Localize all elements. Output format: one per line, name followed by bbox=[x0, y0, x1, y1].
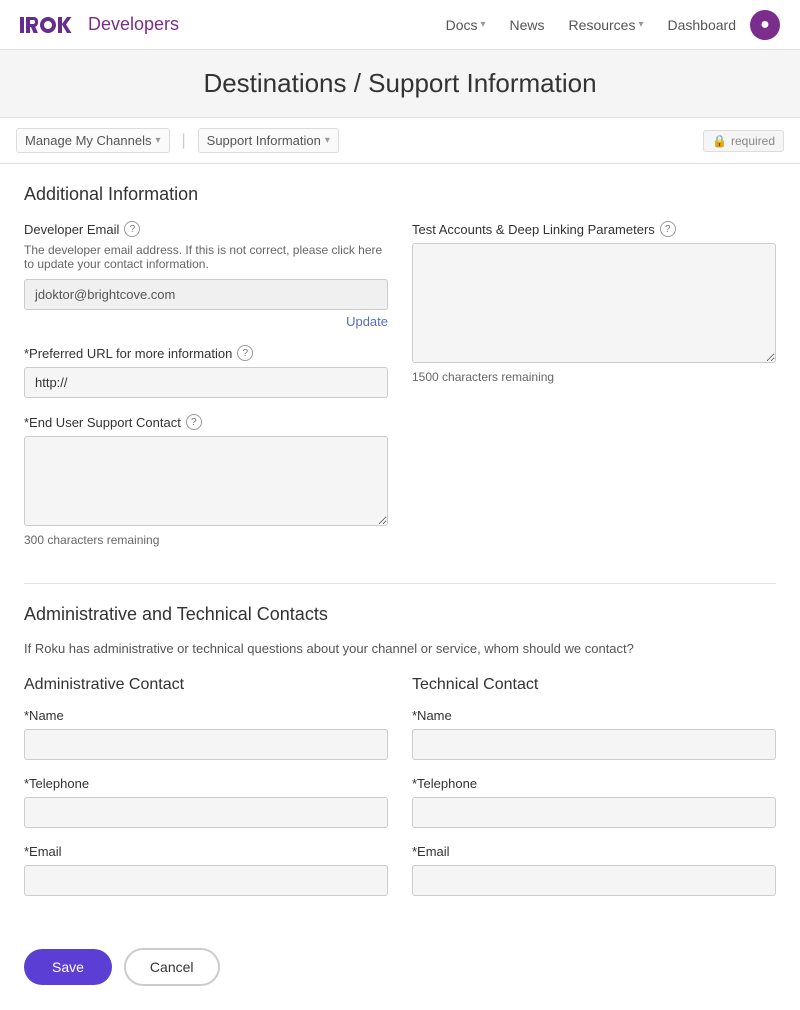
tech-email-group: *Email bbox=[412, 844, 776, 896]
contacts-columns: Administrative Contact *Name *Telephone … bbox=[24, 676, 776, 912]
developer-email-value: jdoktor@brightcove.com bbox=[24, 279, 388, 310]
developer-email-helper: The developer email address. If this is … bbox=[24, 243, 388, 271]
end-user-support-label: *End User Support Contact ? bbox=[24, 414, 388, 430]
test-accounts-label: Test Accounts & Deep Linking Parameters … bbox=[412, 221, 776, 237]
tech-telephone-group: *Telephone bbox=[412, 776, 776, 828]
admin-email-input[interactable] bbox=[24, 865, 388, 896]
roku-logo bbox=[20, 13, 80, 37]
cancel-button[interactable]: Cancel bbox=[124, 948, 220, 986]
right-column: Test Accounts & Deep Linking Parameters … bbox=[412, 221, 776, 563]
tech-email-label: *Email bbox=[412, 844, 776, 859]
required-badge: 🔒 required bbox=[703, 130, 784, 152]
test-accounts-char-count: 1500 characters remaining bbox=[412, 370, 776, 384]
button-bar: Save Cancel bbox=[0, 932, 800, 1010]
user-avatar[interactable]: ● bbox=[750, 10, 780, 40]
breadcrumb-support-info[interactable]: Support Information ▾ bbox=[198, 128, 339, 153]
test-accounts-help-icon[interactable]: ? bbox=[660, 221, 676, 237]
chevron-down-icon: ▾ bbox=[155, 135, 160, 146]
nav-links: Docs ▾ News Resources ▾ Dashboard ● bbox=[436, 10, 780, 40]
update-email-link[interactable]: Update bbox=[24, 314, 388, 329]
additional-info-title: Additional Information bbox=[24, 184, 776, 205]
admin-name-input[interactable] bbox=[24, 729, 388, 760]
end-user-support-char-count: 300 characters remaining bbox=[24, 533, 388, 547]
preferred-url-help-icon[interactable]: ? bbox=[237, 345, 253, 361]
admin-telephone-group: *Telephone bbox=[24, 776, 388, 828]
left-column: Developer Email ? The developer email ad… bbox=[24, 221, 388, 563]
page-title-bar: Destinations / Support Information bbox=[0, 50, 800, 118]
preferred-url-group: *Preferred URL for more information ? bbox=[24, 345, 388, 398]
chevron-down-icon: ▾ bbox=[481, 19, 486, 30]
tech-name-label: *Name bbox=[412, 708, 776, 723]
technical-contact-column: Technical Contact *Name *Telephone *Emai… bbox=[412, 676, 776, 912]
admin-contact-title: Administrative Contact bbox=[24, 676, 388, 694]
end-user-support-help-icon[interactable]: ? bbox=[186, 414, 202, 430]
tech-telephone-input[interactable] bbox=[412, 797, 776, 828]
admin-telephone-label: *Telephone bbox=[24, 776, 388, 791]
tech-telephone-label: *Telephone bbox=[412, 776, 776, 791]
preferred-url-input[interactable] bbox=[24, 367, 388, 398]
additional-info-columns: Developer Email ? The developer email ad… bbox=[24, 221, 776, 563]
section-divider bbox=[24, 583, 776, 584]
nav-resources[interactable]: Resources ▾ bbox=[559, 11, 654, 39]
main-content: Additional Information Developer Email ?… bbox=[0, 164, 800, 932]
end-user-support-textarea[interactable] bbox=[24, 436, 388, 526]
end-user-support-group: *End User Support Contact ? 300 characte… bbox=[24, 414, 388, 547]
contacts-desc: If Roku has administrative or technical … bbox=[24, 641, 776, 656]
admin-telephone-input[interactable] bbox=[24, 797, 388, 828]
admin-email-label: *Email bbox=[24, 844, 388, 859]
admin-email-group: *Email bbox=[24, 844, 388, 896]
developer-email-label: Developer Email ? bbox=[24, 221, 388, 237]
developer-email-help-icon[interactable]: ? bbox=[124, 221, 140, 237]
developer-email-group: Developer Email ? The developer email ad… bbox=[24, 221, 388, 329]
tech-email-input[interactable] bbox=[412, 865, 776, 896]
breadcrumb-manage-channels[interactable]: Manage My Channels ▾ bbox=[16, 128, 170, 153]
admin-name-group: *Name bbox=[24, 708, 388, 760]
lock-icon: 🔒 bbox=[712, 134, 727, 148]
breadcrumb-divider: | bbox=[182, 132, 186, 150]
nav-dashboard[interactable]: Dashboard bbox=[658, 11, 747, 39]
brand-text: Developers bbox=[88, 14, 179, 35]
preferred-url-label: *Preferred URL for more information ? bbox=[24, 345, 388, 361]
admin-name-label: *Name bbox=[24, 708, 388, 723]
save-button[interactable]: Save bbox=[24, 949, 112, 985]
nav-news[interactable]: News bbox=[500, 11, 555, 39]
page-title: Destinations / Support Information bbox=[20, 68, 780, 99]
tech-name-input[interactable] bbox=[412, 729, 776, 760]
breadcrumb-bar: Manage My Channels ▾ | Support Informati… bbox=[0, 118, 800, 164]
chevron-down-icon: ▾ bbox=[638, 19, 643, 30]
chevron-down-icon: ▾ bbox=[325, 135, 330, 146]
navbar: Developers Docs ▾ News Resources ▾ Dashb… bbox=[0, 0, 800, 50]
admin-contact-column: Administrative Contact *Name *Telephone … bbox=[24, 676, 388, 912]
brand: Developers bbox=[20, 13, 179, 37]
technical-contact-title: Technical Contact bbox=[412, 676, 776, 694]
tech-name-group: *Name bbox=[412, 708, 776, 760]
nav-docs[interactable]: Docs ▾ bbox=[436, 11, 496, 39]
test-accounts-group: Test Accounts & Deep Linking Parameters … bbox=[412, 221, 776, 384]
test-accounts-textarea[interactable] bbox=[412, 243, 776, 363]
contacts-title: Administrative and Technical Contacts bbox=[24, 604, 776, 625]
